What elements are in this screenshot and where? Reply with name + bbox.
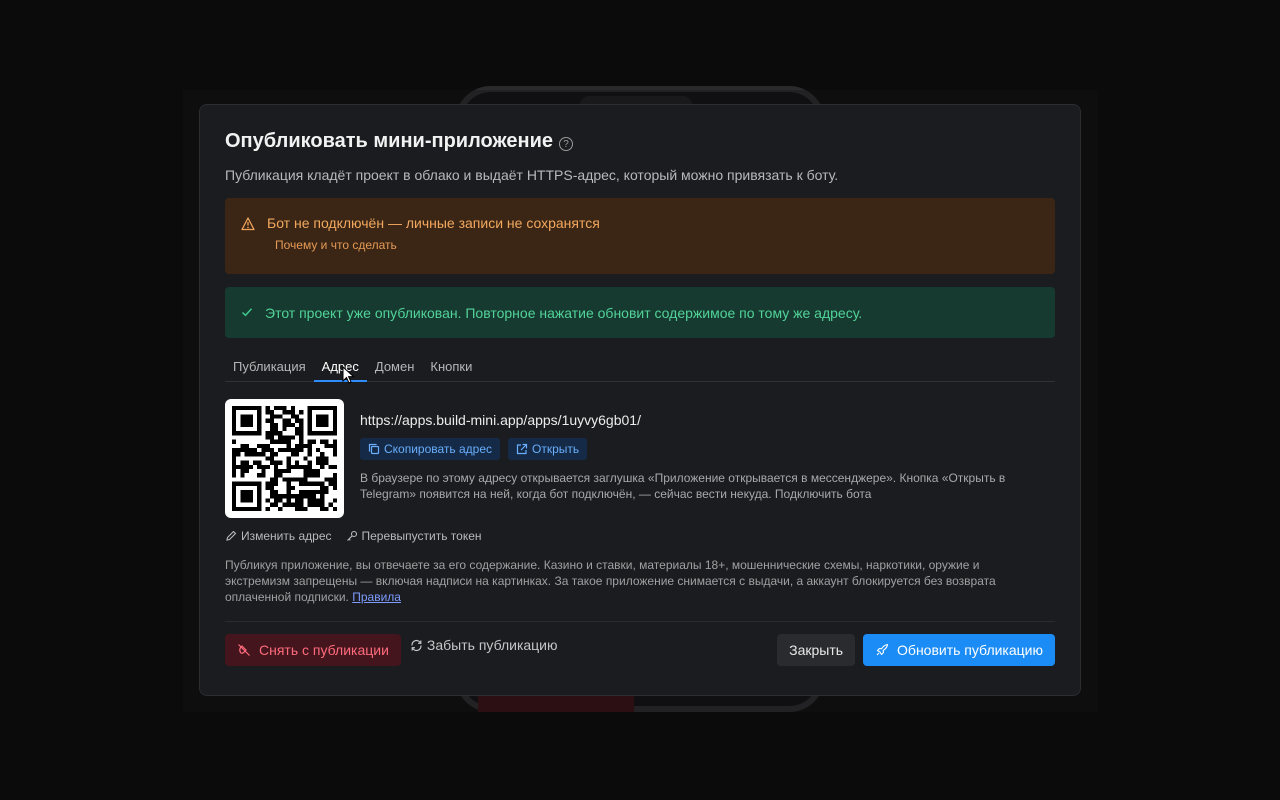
tab-buttons[interactable]: Кнопки: [422, 352, 480, 382]
tab-bar: Публикация Адрес Домен Кнопки: [225, 352, 1055, 384]
rocket-icon: [875, 643, 889, 657]
copy-address-button[interactable]: Скопировать адрес: [360, 438, 501, 460]
warning-alert: Бот не подключён — личные записи не сохр…: [225, 198, 1055, 274]
success-text: Этот проект уже опубликован. Повторное н…: [265, 304, 863, 321]
tab-domain[interactable]: Домен: [367, 352, 423, 382]
legal-notice: Публикуя приложение, вы отвечаете за его…: [225, 557, 1045, 605]
unpublish-label: Снять с публикации: [259, 642, 389, 658]
reissue-token-label: Перевыпустить токен: [361, 529, 482, 543]
refresh-icon: [410, 639, 423, 652]
warning-title: Бот не подключён — личные записи не сохр…: [267, 215, 600, 231]
modal-subtitle: Публикация кладёт проект в облако и выда…: [225, 167, 839, 183]
edit-address-label: Изменить адрес: [241, 529, 332, 543]
close-button[interactable]: Закрыть: [777, 634, 856, 666]
copy-icon: [368, 443, 380, 455]
pencil-icon: [225, 530, 237, 542]
modal-header: Опубликовать мини-приложение ?: [225, 127, 1055, 155]
edit-address-link[interactable]: Изменить адрес: [225, 529, 332, 543]
modal-footer: Снять с публикации Забыть публикацию Зак…: [225, 634, 1055, 666]
open-button[interactable]: Открыть: [508, 438, 588, 460]
unpublish-icon: [237, 643, 251, 657]
check-icon: [241, 305, 253, 321]
copy-address-label: Скопировать адрес: [384, 442, 493, 456]
success-alert: Этот проект уже опубликован. Повторное н…: [225, 287, 1055, 338]
address-section: https://apps.build-mini.app/apps/1uyvy6g…: [225, 399, 1055, 518]
legal-text: Публикуя приложение, вы отвечаете за его…: [225, 558, 996, 604]
rules-link[interactable]: Правила: [352, 590, 401, 604]
open-label: Открыть: [532, 442, 580, 456]
update-publication-button[interactable]: Обновить публикацию: [863, 634, 1055, 666]
question-circle-icon[interactable]: ?: [559, 137, 574, 151]
address-note: В браузере по этому адресу открывается з…: [360, 471, 1006, 501]
tab-address[interactable]: Адрес: [313, 352, 367, 382]
warning-triangle-icon: [241, 217, 255, 234]
forget-publication-button[interactable]: Забыть публикацию: [410, 637, 558, 653]
publish-modal: Опубликовать мини-приложение ? Публикаци…: [199, 104, 1081, 696]
app-url: https://apps.build-mini.app/apps/1uyvy6g…: [360, 412, 641, 428]
warning-help-link[interactable]: Почему и что сделать: [275, 238, 397, 252]
unpublish-button[interactable]: Снять с публикации: [225, 634, 401, 666]
modal-title: Опубликовать мини-приложение: [225, 129, 554, 152]
update-publication-label: Обновить публикацию: [897, 642, 1043, 658]
key-icon: [346, 530, 358, 542]
external-link-icon: [516, 443, 528, 455]
qr-code: [225, 399, 344, 518]
footer-divider: [225, 621, 1055, 622]
address-actions: Изменить адрес Перевыпустить токен: [225, 529, 1055, 543]
tab-publication[interactable]: Публикация: [225, 352, 314, 382]
reissue-token-link[interactable]: Перевыпустить токен: [346, 529, 482, 543]
mouse-cursor-icon: [342, 366, 355, 384]
forget-publication-label: Забыть публикацию: [426, 637, 558, 653]
